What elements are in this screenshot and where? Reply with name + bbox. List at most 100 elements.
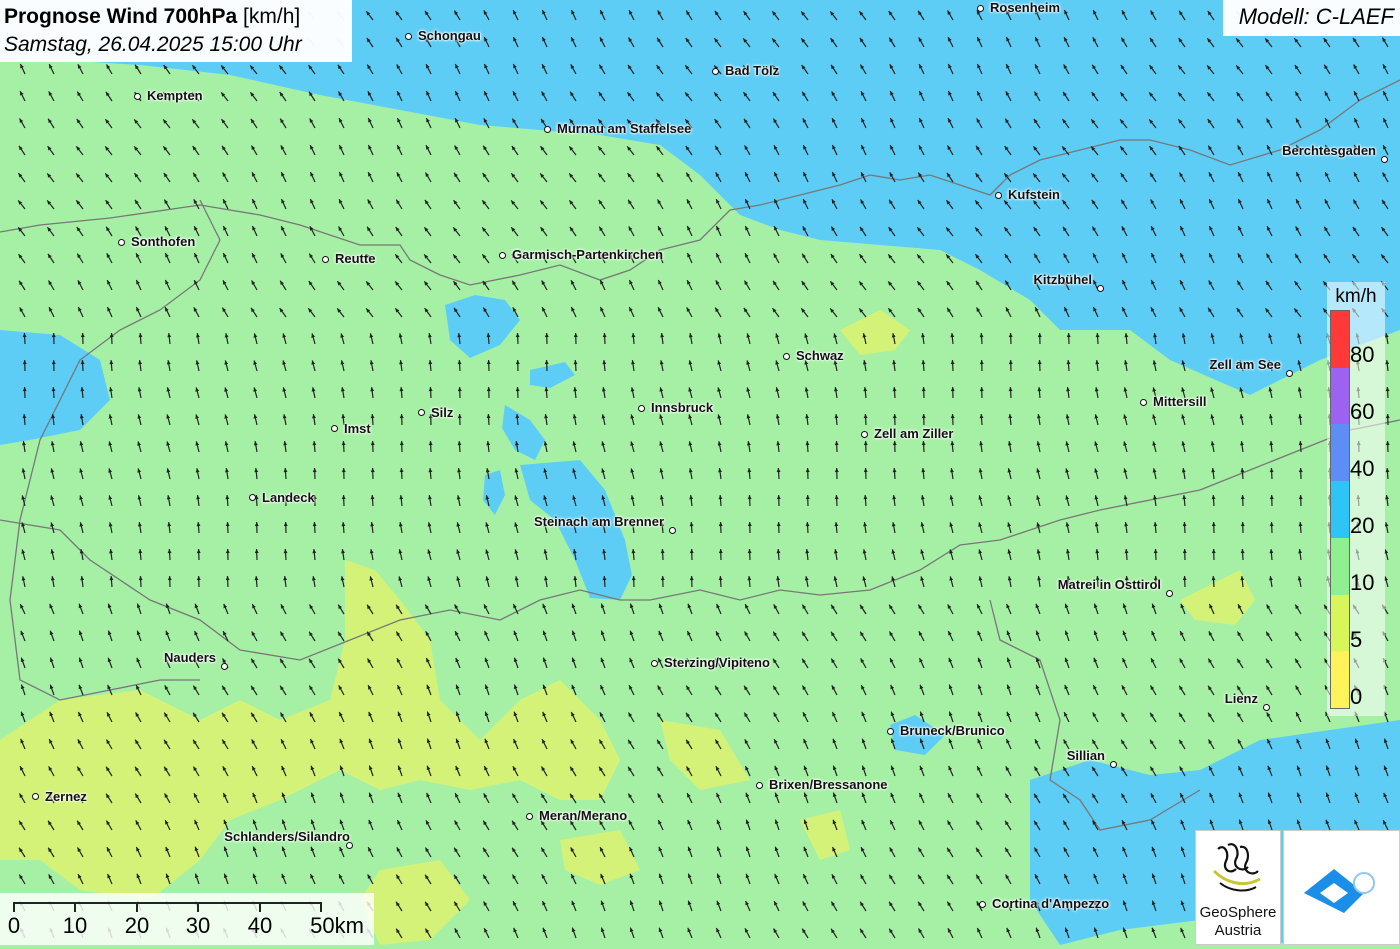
geosphere-logo: GeoSphere Austria [1195, 830, 1281, 945]
city-marker [712, 68, 719, 75]
legend-color-swatch [1331, 595, 1349, 652]
legend-label: 80 [1350, 342, 1374, 368]
city-marker [118, 239, 125, 246]
legend-color-swatch [1331, 651, 1349, 708]
city-marker [1286, 370, 1293, 377]
legend-label: 5 [1350, 627, 1362, 653]
city-label: Schwaz [796, 348, 844, 363]
city-label: Meran/Merano [539, 808, 627, 823]
scale-tick [13, 902, 15, 912]
legend-label: 10 [1350, 570, 1374, 596]
city-label: Mittersill [1153, 394, 1206, 409]
city-label: Rosenheim [990, 0, 1060, 15]
scale-bar-line [14, 902, 322, 904]
city-label: Landeck [262, 490, 315, 505]
city-marker [134, 93, 141, 100]
city-label: Sillian [1067, 748, 1105, 763]
city-label: Nauders [164, 650, 216, 665]
city-label: Innsbruck [651, 400, 713, 415]
city-label: Steinach am Brenner [534, 514, 664, 529]
map-date: Samstag, 26.04.2025 15:00 Uhr [4, 31, 348, 59]
legend-label: 0 [1350, 684, 1362, 710]
city-marker [756, 782, 763, 789]
city-marker [887, 728, 894, 735]
city-marker [221, 663, 228, 670]
city-label: Sonthofen [131, 234, 195, 249]
map-title-main: Prognose Wind 700hPa [4, 5, 237, 28]
city-label: Kempten [147, 88, 203, 103]
city-marker [405, 33, 412, 40]
legend-label: 40 [1350, 456, 1374, 482]
city-marker [783, 353, 790, 360]
city-marker [418, 409, 425, 416]
scale-tick [136, 902, 138, 912]
city-label: Sterzing/Vipiteno [664, 655, 770, 670]
city-label: Zell am See [1209, 357, 1281, 372]
city-label: Reutte [335, 251, 375, 266]
city-label: Murnau am Staffelsee [557, 121, 691, 136]
legend-color-swatch [1331, 538, 1349, 595]
city-marker [249, 494, 256, 501]
city-label: Cortina d'Ampezzo [992, 896, 1109, 911]
city-marker [322, 256, 329, 263]
legend-label: 20 [1350, 513, 1374, 539]
scale-tick [74, 902, 76, 912]
city-label: Bruneck/Brunico [900, 723, 1005, 738]
city-marker [526, 813, 533, 820]
city-marker [32, 793, 39, 800]
map-title-box: Prognose Wind 700hPa [km/h] Samstag, 26.… [0, 0, 352, 62]
city-marker [979, 901, 986, 908]
city-marker [651, 660, 658, 667]
scale-label: 50km [310, 913, 364, 939]
city-marker [669, 527, 676, 534]
legend-color-swatch [1331, 368, 1349, 425]
city-marker [1110, 761, 1117, 768]
legend-label: 60 [1350, 399, 1374, 425]
scale-tick [320, 902, 322, 912]
geosphere-name: GeoSphere [1196, 904, 1280, 921]
city-marker [638, 405, 645, 412]
city-marker [1263, 704, 1270, 711]
legend-unit: km/h [1327, 286, 1385, 308]
city-label: Bad Tölz [725, 63, 779, 78]
city-marker [861, 431, 868, 438]
cloud-emblem-icon [1284, 831, 1399, 944]
city-marker [977, 5, 984, 12]
city-marker [1381, 156, 1388, 163]
wind-map [0, 0, 1400, 945]
city-marker [544, 126, 551, 133]
model-label: Modell: C-LAEF [1223, 0, 1400, 36]
legend-color-swatch [1331, 481, 1349, 538]
city-label: Zell am Ziller [874, 426, 953, 441]
city-marker [995, 192, 1002, 199]
scale-label: 0 [8, 913, 20, 939]
city-marker [1097, 285, 1104, 292]
scale-label: 10 [63, 913, 87, 939]
city-label: Imst [344, 421, 371, 436]
city-label: Garmisch-Partenkirchen [512, 247, 663, 262]
city-label: Silz [431, 405, 453, 420]
city-label: Schongau [418, 28, 481, 43]
cloud-logo [1283, 830, 1400, 945]
scale-label: 20 [125, 913, 149, 939]
scale-label: 30 [186, 913, 210, 939]
scale-tick [259, 902, 261, 912]
city-marker [1140, 399, 1147, 406]
city-label: Kitzbühel [1034, 272, 1093, 287]
city-label: Lienz [1225, 691, 1258, 706]
legend-color-swatch [1331, 424, 1349, 481]
city-marker [499, 252, 506, 259]
map-title: Prognose Wind 700hPa [km/h] [4, 3, 348, 31]
scale-bar: 0 10 20 30 40 50km [0, 893, 374, 945]
city-marker [331, 425, 338, 432]
geosphere-emblem-icon [1196, 831, 1280, 903]
map-title-unit: [km/h] [243, 5, 300, 28]
color-legend: km/h 80 60 40 20 10 5 0 [1327, 282, 1385, 716]
scale-label: 40 [248, 913, 272, 939]
geosphere-country: Austria [1196, 922, 1280, 939]
legend-color-bar [1330, 310, 1350, 709]
legend-color-swatch [1331, 311, 1349, 368]
city-label: Berchtesgaden [1282, 143, 1376, 158]
city-marker [1166, 590, 1173, 597]
scale-tick [197, 902, 199, 912]
